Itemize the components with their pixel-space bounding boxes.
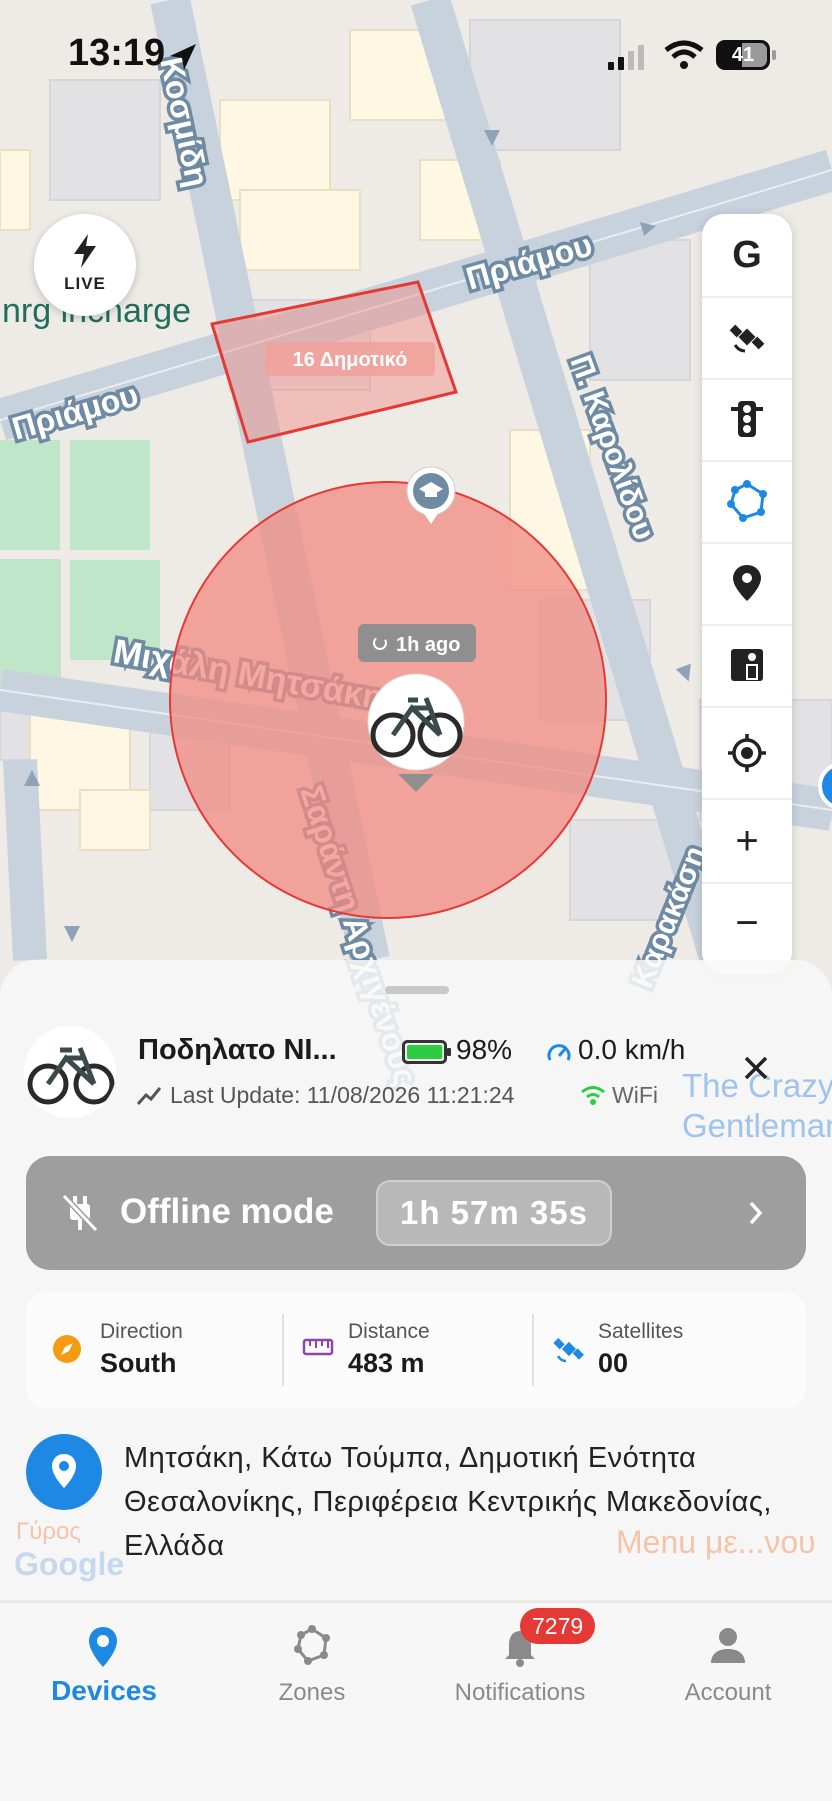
map-toolbar: G + −: [702, 214, 792, 974]
close-icon[interactable]: [738, 1050, 774, 1086]
zoom-in-button[interactable]: +: [702, 800, 792, 884]
stats-card: Direction South Distance 483 m Satellite…: [26, 1292, 806, 1408]
google-label: G: [732, 233, 762, 276]
bolt-icon: [74, 234, 96, 268]
live-button[interactable]: LIVE: [34, 214, 136, 316]
plus-icon: +: [735, 818, 759, 863]
stat-label: Distance: [348, 1320, 430, 1343]
status-bar: 13:19 41: [0, 0, 832, 110]
distance-stat: Distance 483 m: [288, 1292, 538, 1408]
speedometer-icon: [547, 1044, 571, 1061]
address-pin-button[interactable]: [26, 1434, 102, 1510]
offline-mode-label: Offline mode: [120, 1192, 334, 1231]
bicycle-icon: [27, 1047, 115, 1105]
my-location-button[interactable]: [702, 708, 792, 800]
speed-value: 0.0 km/h: [578, 1034, 686, 1065]
nav-label: Devices: [51, 1675, 157, 1706]
zones-icon: [294, 1625, 330, 1665]
crosshair-icon: [728, 734, 766, 772]
battery-percent: 98%: [456, 1034, 513, 1065]
location-pin-icon: [52, 1454, 76, 1488]
nav-devices[interactable]: Devices: [0, 1603, 208, 1743]
sheet-drag-handle[interactable]: [385, 986, 449, 994]
places-layer-button[interactable]: [702, 542, 792, 626]
nav-zones[interactable]: Zones: [208, 1603, 416, 1743]
plug-off-icon: [61, 1193, 99, 1233]
satellite-layer-button[interactable]: [702, 296, 792, 380]
polygon-zone-icon: [727, 480, 767, 522]
nav-label: Account: [684, 1679, 772, 1706]
satellite-icon: [553, 1338, 584, 1363]
stat-value: South: [100, 1348, 177, 1378]
signal-icon: [608, 45, 644, 70]
traffic-layer-button[interactable]: [702, 378, 792, 462]
device-avatar: [24, 1026, 116, 1118]
location-arrow-icon: [170, 44, 196, 70]
battery-status-value: 41: [731, 44, 755, 66]
stat-value: 483 m: [348, 1348, 425, 1378]
address-text: Μητσάκη, Κάτω Τούμπα, Δημοτική Ενότητα Θ…: [124, 1442, 772, 1562]
status-time: 13:19: [68, 32, 166, 74]
stat-label: Satellites: [598, 1320, 684, 1343]
stat-value: 00: [598, 1348, 629, 1378]
offline-timer: 1h 57m 35s: [376, 1180, 612, 1246]
compass-icon: [53, 1335, 81, 1363]
zoom-out-button[interactable]: −: [702, 882, 792, 964]
zone-label: 16 Δημοτικό: [293, 349, 408, 371]
connection-type: WiFi: [612, 1082, 658, 1108]
trend-icon: [136, 1087, 162, 1105]
device-name: Ποδηλατο ΝΙ...: [138, 1034, 337, 1066]
minus-icon: −: [735, 900, 759, 945]
street-view-icon: [731, 649, 763, 681]
location-pin-icon: [89, 1627, 117, 1667]
google-maps-button[interactable]: G: [702, 214, 792, 298]
user-icon: [711, 1628, 745, 1663]
chevron-right-icon: [749, 1201, 763, 1225]
notifications-badge: 7279: [520, 1608, 596, 1644]
street-view-button[interactable]: [702, 624, 792, 708]
google-watermark: Google: [14, 1546, 125, 1582]
device-time-bubble: 1h ago: [396, 634, 460, 656]
bottom-nav: Devices Zones Notifications Account: [0, 1602, 832, 1801]
battery-status-icon: 41: [716, 40, 770, 70]
satellite-icon: [729, 324, 765, 353]
wifi-icon: [664, 40, 704, 69]
pin-icon: [733, 565, 761, 601]
traffic-light-icon: [731, 401, 763, 437]
live-label: LIVE: [64, 274, 106, 293]
satellites-stat: Satellites 00: [538, 1292, 806, 1408]
nav-label: Zones: [278, 1679, 346, 1706]
nav-account[interactable]: Account: [624, 1603, 832, 1743]
poi-label: Γύρος: [16, 1518, 81, 1545]
wifi-signal-icon: [581, 1086, 605, 1105]
last-update: Last Update: 11/08/2026 11:21:24: [170, 1082, 515, 1108]
ruler-icon: [302, 1338, 334, 1356]
direction-stat: Direction South: [26, 1292, 276, 1408]
battery-icon: [402, 1040, 451, 1064]
zones-layer-button[interactable]: [702, 460, 792, 544]
offline-mode-bar[interactable]: Offline mode 1h 57m 35s: [26, 1156, 806, 1270]
nav-label: Notifications: [454, 1679, 586, 1706]
stat-label: Direction: [100, 1320, 183, 1343]
